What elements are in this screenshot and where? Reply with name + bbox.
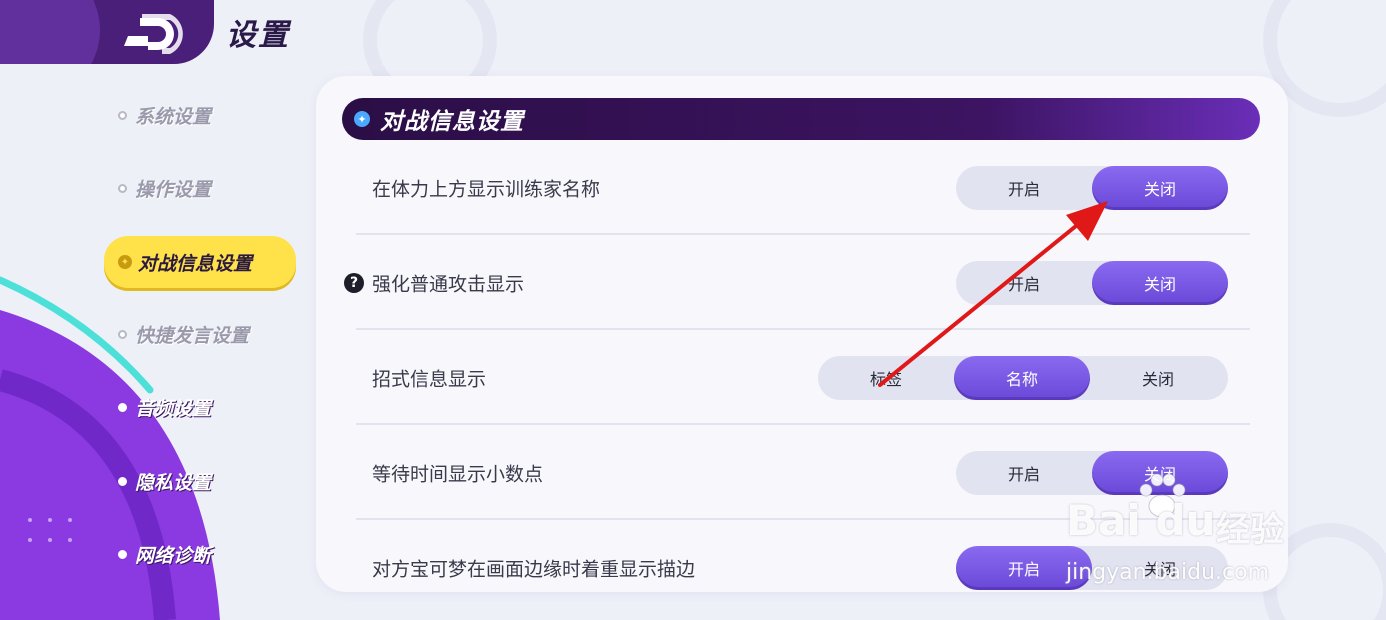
- bullet-icon: [118, 110, 127, 120]
- bullet-icon: [118, 183, 127, 193]
- header-bar: [0, 0, 214, 64]
- section-title: 对战信息设置: [380, 109, 524, 135]
- setting-row-opponent-outline: 对方宝可梦在画面边缘时着重显示描边 开启 关闭: [356, 520, 1250, 592]
- setting-label: 招式信息显示: [372, 368, 487, 390]
- setting-row-enhanced-attack: ? 强化普通攻击显示 开启 关闭: [344, 235, 1250, 330]
- option-off[interactable]: 关闭: [1090, 356, 1226, 400]
- sidebar-item-quick-chat[interactable]: 快捷发言设置: [104, 311, 296, 357]
- option-off[interactable]: 关闭: [1092, 450, 1228, 495]
- back-arrow-icon[interactable]: [118, 10, 186, 54]
- setting-label: 在体力上方显示训练家名称: [372, 178, 601, 200]
- option-on[interactable]: 开启: [956, 451, 1092, 495]
- setting-label: 对方宝可梦在画面边缘时着重显示描边: [372, 558, 696, 580]
- sidebar-item-controls[interactable]: 操作设置: [104, 165, 296, 211]
- settings-panel: ✦ 对战信息设置 在体力上方显示训练家名称 开启 关闭 ? 强化普通攻击显示 开…: [316, 76, 1288, 592]
- sidebar-item-label: 操作设置: [135, 178, 212, 201]
- sidebar-item-privacy[interactable]: 隐私设置: [104, 458, 296, 504]
- setting-row-wait-time-decimal: 等待时间显示小数点 开启 关闭: [356, 425, 1250, 520]
- sidebar-item-label: 快捷发言设置: [135, 324, 250, 347]
- option-on[interactable]: 开启: [956, 261, 1092, 305]
- battle-info-icon: ✦: [354, 111, 370, 127]
- option-off[interactable]: 关闭: [1092, 260, 1228, 305]
- help-icon[interactable]: ?: [344, 272, 364, 293]
- sidebar-item-label: 隐私设置: [135, 471, 212, 494]
- setting-label: 等待时间显示小数点: [372, 463, 544, 485]
- toggle-move-info: 标签 名称 关闭: [818, 355, 1228, 400]
- option-on[interactable]: 开启: [956, 166, 1092, 210]
- toggle-trainer-name: 开启 关闭: [956, 165, 1228, 210]
- bullet-icon: [118, 402, 127, 412]
- sidebar-item-battle-info[interactable]: ✦ 对战信息设置: [104, 236, 296, 288]
- option-off[interactable]: 关闭: [1092, 546, 1228, 590]
- sidebar-item-audio[interactable]: 音频设置: [104, 384, 296, 430]
- sidebar-item-label: 音频设置: [135, 397, 212, 420]
- battle-info-icon: ✦: [118, 255, 132, 269]
- bullet-icon: [118, 476, 127, 486]
- sidebar-item-network[interactable]: 网络诊断: [104, 531, 296, 577]
- sidebar-item-system[interactable]: 系统设置: [104, 92, 296, 138]
- option-off[interactable]: 关闭: [1092, 165, 1228, 210]
- option-on[interactable]: 开启: [956, 545, 1092, 590]
- sidebar-item-label: 网络诊断: [135, 544, 212, 567]
- toggle-wait-time-decimal: 开启 关闭: [956, 450, 1228, 495]
- option-tag[interactable]: 标签: [818, 356, 954, 400]
- bullet-icon: [118, 329, 127, 339]
- sidebar-item-label: 对战信息设置: [138, 252, 253, 275]
- toggle-enhanced-attack: 开启 关闭: [956, 260, 1228, 305]
- setting-row-trainer-name: 在体力上方显示训练家名称 开启 关闭: [356, 140, 1250, 235]
- section-header: ✦ 对战信息设置: [342, 98, 1260, 140]
- sidebar-item-label: 系统设置: [135, 105, 212, 128]
- page-title: 设置: [226, 18, 290, 53]
- bullet-icon: [118, 549, 127, 559]
- option-name[interactable]: 名称: [954, 355, 1090, 400]
- setting-label: 强化普通攻击显示: [372, 273, 525, 295]
- toggle-opponent-outline: 开启 关闭: [956, 545, 1228, 590]
- setting-row-move-info: 招式信息显示 标签 名称 关闭: [356, 330, 1250, 425]
